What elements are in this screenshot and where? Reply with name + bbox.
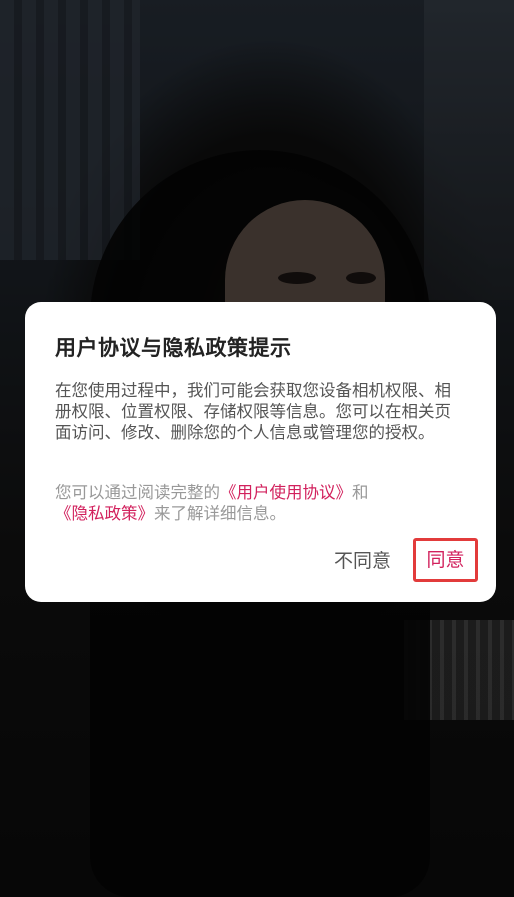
- disagree-button[interactable]: 不同意: [334, 546, 391, 573]
- dialog-note: 您可以通过阅读完整的《用户使用协议》和《隐私政策》来了解详细信息。: [55, 482, 465, 524]
- note-middle: 和: [352, 483, 369, 502]
- agree-button[interactable]: 同意: [413, 538, 478, 582]
- privacy-policy-link[interactable]: 《隐私政策》: [55, 504, 154, 523]
- dialog-title: 用户协议与隐私政策提示: [55, 336, 292, 360]
- note-suffix: 来了解详细信息。: [154, 504, 286, 523]
- note-prefix: 您可以通过阅读完整的: [55, 483, 220, 502]
- user-agreement-link[interactable]: 《用户使用协议》: [220, 483, 352, 502]
- app-screen: 用户协议与隐私政策提示 在您使用过程中，我们可能会获取您设备相机权限、相册权限、…: [0, 0, 514, 897]
- dialog-body-text: 在您使用过程中，我们可能会获取您设备相机权限、相册权限、位置权限、存储权限等信息…: [55, 381, 451, 442]
- privacy-dialog: 用户协议与隐私政策提示 在您使用过程中，我们可能会获取您设备相机权限、相册权限、…: [25, 302, 496, 602]
